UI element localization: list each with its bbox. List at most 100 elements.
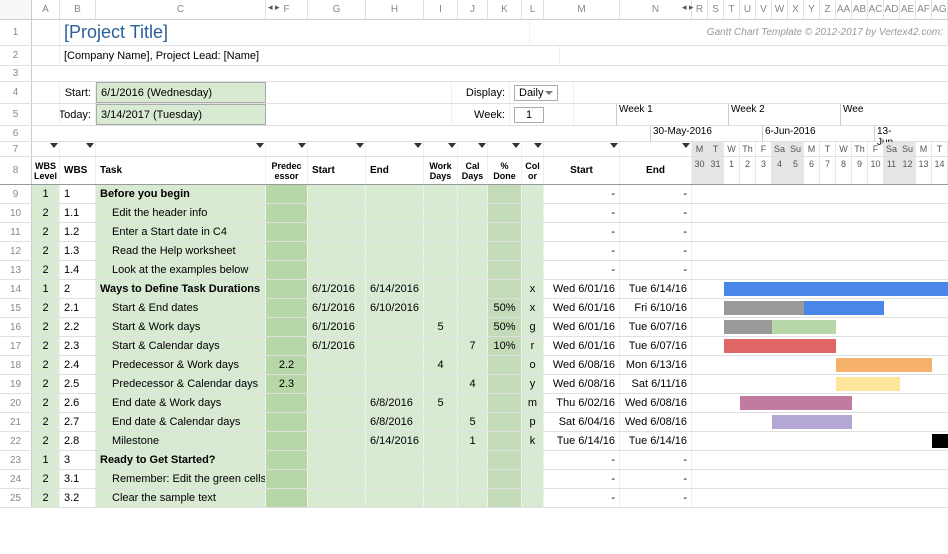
pct-cell[interactable] <box>488 394 522 412</box>
col-header-V[interactable]: V <box>756 0 772 19</box>
color-cell[interactable]: g <box>522 318 544 336</box>
pred-cell[interactable] <box>266 432 308 450</box>
wbs-cell[interactable]: 1 <box>60 185 96 203</box>
col-header-U[interactable]: U <box>740 0 756 19</box>
col-header-Z[interactable]: Z <box>820 0 836 19</box>
pct-cell[interactable] <box>488 204 522 222</box>
start-cell[interactable] <box>308 413 366 431</box>
col-header-AG[interactable]: AG <box>932 0 948 19</box>
color-cell[interactable] <box>522 470 544 488</box>
pred-cell[interactable] <box>266 451 308 469</box>
end-cell[interactable] <box>366 375 424 393</box>
start-cell[interactable] <box>308 242 366 260</box>
col-header-W[interactable]: W <box>772 0 788 19</box>
row-header[interactable]: 15 <box>0 299 32 317</box>
color-cell[interactable] <box>522 261 544 279</box>
row-header[interactable]: 5 <box>0 104 32 125</box>
pred-cell[interactable] <box>266 261 308 279</box>
start-cell[interactable] <box>308 470 366 488</box>
task-cell[interactable]: Look at the examples below <box>96 261 266 279</box>
wbs-cell[interactable]: 3 <box>60 451 96 469</box>
display-dropdown[interactable]: Daily <box>514 85 558 101</box>
col-header-C[interactable]: C <box>96 0 266 19</box>
work-cell[interactable] <box>424 413 458 431</box>
color-cell[interactable]: k <box>522 432 544 450</box>
col-wbs[interactable]: WBS <box>60 157 96 184</box>
work-cell[interactable] <box>424 223 458 241</box>
column-group-toggle[interactable]: ◂ ▸ <box>682 2 694 13</box>
wbs-cell[interactable]: 2.7 <box>60 413 96 431</box>
color-cell[interactable] <box>522 223 544 241</box>
work-cell[interactable] <box>424 337 458 355</box>
row-header[interactable]: 17 <box>0 337 32 355</box>
row-header[interactable]: 21 <box>0 413 32 431</box>
wbs-cell[interactable]: 2.6 <box>60 394 96 412</box>
col-header-J[interactable]: J <box>458 0 488 19</box>
row-header[interactable]: 18 <box>0 356 32 374</box>
start-cell[interactable]: 6/1/2016 <box>308 299 366 317</box>
task-cell[interactable]: Start & End dates <box>96 299 266 317</box>
wbs-level-cell[interactable]: 2 <box>32 318 60 336</box>
row-header[interactable]: 1 <box>0 20 32 45</box>
end-cell[interactable] <box>366 470 424 488</box>
pred-cell[interactable] <box>266 280 308 298</box>
color-cell[interactable]: y <box>522 375 544 393</box>
task-cell[interactable]: Milestone <box>96 432 266 450</box>
end-cell[interactable] <box>366 356 424 374</box>
end-cell[interactable]: 6/14/2016 <box>366 280 424 298</box>
row-header[interactable]: 20 <box>0 394 32 412</box>
row-header[interactable]: 19 <box>0 375 32 393</box>
end-cell[interactable] <box>366 489 424 507</box>
wbs-level-cell[interactable]: 2 <box>32 413 60 431</box>
task-cell[interactable]: Edit the header info <box>96 204 266 222</box>
project-title[interactable]: [Project Title] <box>64 22 168 43</box>
start-cell[interactable] <box>308 451 366 469</box>
col-header-H[interactable]: H <box>366 0 424 19</box>
pred-cell[interactable] <box>266 204 308 222</box>
col-pred[interactable]: Predec essor <box>266 157 308 184</box>
wbs-cell[interactable]: 2.3 <box>60 337 96 355</box>
col-header-T[interactable]: T <box>724 0 740 19</box>
wbs-level-cell[interactable]: 2 <box>32 223 60 241</box>
pct-cell[interactable] <box>488 451 522 469</box>
end-cell[interactable]: 6/8/2016 <box>366 413 424 431</box>
pct-cell[interactable] <box>488 432 522 450</box>
col-header-I[interactable]: I <box>424 0 458 19</box>
task-cell[interactable]: Ways to Define Task Durations <box>96 280 266 298</box>
pred-cell[interactable] <box>266 413 308 431</box>
wbs-cell[interactable]: 2.2 <box>60 318 96 336</box>
pct-cell[interactable] <box>488 185 522 203</box>
col-header-K[interactable]: K <box>488 0 522 19</box>
cal-cell[interactable]: 1 <box>458 432 488 450</box>
col-header-X[interactable]: X <box>788 0 804 19</box>
cal-cell[interactable] <box>458 394 488 412</box>
cal-cell[interactable] <box>458 470 488 488</box>
pct-cell[interactable] <box>488 280 522 298</box>
task-cell[interactable]: Enter a Start date in C4 <box>96 223 266 241</box>
row-header[interactable]: 23 <box>0 451 32 469</box>
wbs-level-cell[interactable]: 2 <box>32 299 60 317</box>
pred-cell[interactable] <box>266 489 308 507</box>
col-cal[interactable]: Cal Days <box>458 157 488 184</box>
start-cell[interactable] <box>308 375 366 393</box>
start-cell[interactable] <box>308 432 366 450</box>
cal-cell[interactable] <box>458 489 488 507</box>
work-cell[interactable]: 4 <box>424 356 458 374</box>
col-header-M[interactable]: M <box>544 0 620 19</box>
row-header[interactable]: 2 <box>0 46 32 65</box>
wbs-level-cell[interactable]: 1 <box>32 185 60 203</box>
pred-cell[interactable] <box>266 318 308 336</box>
col-start[interactable]: Start <box>308 157 366 184</box>
end-cell[interactable] <box>366 451 424 469</box>
task-cell[interactable]: Clear the sample text <box>96 489 266 507</box>
cal-cell[interactable] <box>458 261 488 279</box>
task-cell[interactable]: Predecessor & Work days <box>96 356 266 374</box>
end-cell[interactable]: 6/14/2016 <box>366 432 424 450</box>
work-cell[interactable] <box>424 432 458 450</box>
cal-cell[interactable]: 5 <box>458 413 488 431</box>
color-cell[interactable] <box>522 185 544 203</box>
work-cell[interactable] <box>424 375 458 393</box>
col-color[interactable]: Col or <box>522 157 544 184</box>
col-header-L[interactable]: L <box>522 0 544 19</box>
work-cell[interactable] <box>424 451 458 469</box>
